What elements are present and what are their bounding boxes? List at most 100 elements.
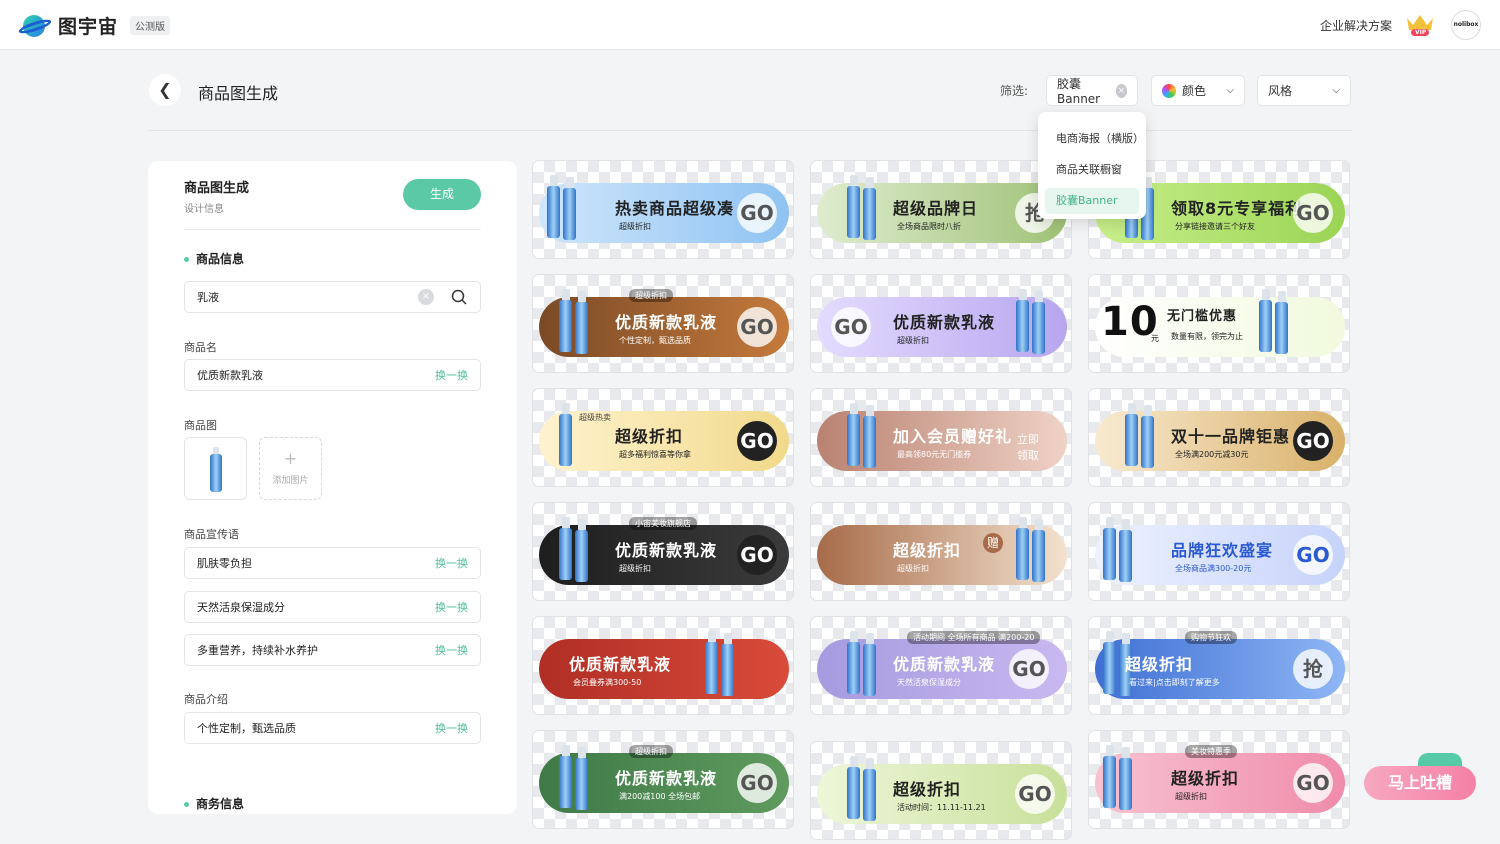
banner-subtitle: 满200减100 全场包邮 bbox=[619, 792, 701, 801]
type-filter[interactable]: 胶囊Banner × bbox=[1046, 75, 1138, 106]
go-button: GO bbox=[737, 421, 777, 461]
feedback-button[interactable]: 马上吐槽 bbox=[1364, 766, 1476, 800]
bullet-dot bbox=[184, 257, 189, 262]
product-bottle-icon bbox=[1016, 300, 1029, 352]
color-wheel-icon bbox=[1162, 83, 1176, 98]
banner-card[interactable]: 优质新款乳液 超级折扣 GO bbox=[810, 274, 1072, 373]
banner-title: 超级折扣 bbox=[893, 541, 962, 560]
slogan-field[interactable]: 肌肤零负担 换一换 bbox=[184, 547, 481, 579]
banner-card[interactable]: 超级品牌日 全场商品限时八折抢 bbox=[810, 160, 1072, 259]
slogan-field[interactable]: 多重营养，持续补水养护 换一换 bbox=[184, 634, 481, 666]
logo-text: 图宇宙 bbox=[58, 16, 119, 38]
enterprise-solutions-link[interactable]: 企业解决方案 bbox=[1320, 17, 1392, 34]
product-name-field[interactable]: 优质新款乳液 换一换 bbox=[184, 359, 481, 391]
top-bar: 图宇宙 公测版 企业解决方案 VIP nolibox bbox=[0, 0, 1500, 50]
slogan-label: 商品宣传语 bbox=[184, 528, 239, 541]
banner-title: 加入会员赠好礼 bbox=[893, 427, 1013, 446]
banner-card[interactable]: 超级折扣 超多福利惊喜等你拿 超级热卖 GO bbox=[532, 388, 794, 487]
product-bottle-icon bbox=[1103, 642, 1116, 694]
banner-tag: 超级折扣 bbox=[629, 745, 673, 758]
banner-card[interactable]: 优质新款乳液会员叠券满300-50 bbox=[532, 616, 794, 715]
banner-card[interactable]: 优质新款乳液 天然活泉保湿成分 活动期间 全场所有商品 满200-20 GO bbox=[810, 616, 1072, 715]
search-input[interactable]: 乳液 × bbox=[184, 281, 481, 313]
banner-subtitle: 分享链接邀请三个好友 bbox=[1175, 222, 1255, 231]
banner-card[interactable]: 无门槛优惠 数量有限，领完为止 10 元 bbox=[1088, 274, 1350, 373]
avatar[interactable]: nolibox bbox=[1451, 10, 1481, 40]
banner-tag: 购物节狂欢 bbox=[1185, 631, 1237, 644]
clear-icon[interactable]: × bbox=[418, 289, 434, 305]
product-bottle-icon bbox=[847, 767, 860, 819]
product-bottle-icon bbox=[559, 300, 572, 352]
business-info-heading: 商务信息 bbox=[184, 795, 244, 812]
banner-title: 超级折扣 bbox=[893, 780, 962, 799]
banner-card[interactable]: 超级折扣 超级折扣 美妆特惠季 GO bbox=[1088, 730, 1350, 829]
dropdown-option-selected[interactable]: 胶囊Banner bbox=[1045, 188, 1139, 214]
banner-card[interactable]: 超级折扣 超级折扣赠 bbox=[810, 502, 1072, 601]
product-bottle-icon bbox=[847, 414, 860, 466]
banner-tag: 活动期间 全场所有商品 满200-20 bbox=[907, 631, 1041, 644]
banner-card[interactable]: 超级折扣 活动时间：11.11-11.21 GO bbox=[810, 741, 1072, 840]
divider bbox=[184, 229, 481, 230]
banner-card[interactable]: 优质新款乳液 超级折扣 小宙美妆旗舰店 GO bbox=[532, 502, 794, 601]
go-button: GO bbox=[1293, 421, 1333, 461]
dropdown-option[interactable]: 商品关联橱窗 bbox=[1045, 157, 1139, 183]
back-button[interactable]: ❮ bbox=[149, 74, 181, 106]
go-button: GO bbox=[1009, 649, 1049, 689]
banner-subtitle: 最高领80元无门槛券 bbox=[897, 450, 972, 459]
banner-subtitle: 超多福利惊喜等你拿 bbox=[619, 450, 691, 459]
banner-title: 品牌狂欢盛宴 bbox=[1171, 541, 1274, 560]
banner-title: 超级折扣 bbox=[1125, 655, 1194, 674]
product-image-thumbnail[interactable] bbox=[184, 437, 247, 500]
product-image-label: 商品图 bbox=[184, 419, 217, 432]
intro-field[interactable]: 个性定制，甄选品质 换一换 bbox=[184, 712, 481, 744]
product-bottle-icon bbox=[705, 642, 718, 694]
intro-label: 商品介绍 bbox=[184, 693, 228, 706]
banner-card[interactable]: 超级折扣 看过来|点击即刻了解更多 购物节狂欢抢 bbox=[1088, 616, 1350, 715]
swap-button[interactable]: 换一换 bbox=[435, 642, 468, 658]
go-button: GO bbox=[737, 535, 777, 575]
banner-card[interactable]: 双十一品牌钜惠 全场满200元减30元 GO bbox=[1088, 388, 1350, 487]
clear-icon[interactable]: × bbox=[1115, 83, 1127, 98]
add-image-button[interactable]: + 添加图片 bbox=[259, 437, 322, 500]
chevron-down-icon: ⌵ bbox=[1226, 85, 1234, 96]
filter-label: 筛选: bbox=[1000, 84, 1029, 98]
search-icon[interactable] bbox=[451, 289, 467, 305]
banner-tag: 美妆特惠季 bbox=[1185, 745, 1237, 758]
banner-card[interactable]: 优质新款乳液 个性定制，甄选品质 超级折扣 GO bbox=[532, 274, 794, 373]
banner-card[interactable]: 热卖商品超级凑 超级折扣 GO bbox=[532, 160, 794, 259]
product-bottle-icon bbox=[863, 644, 876, 696]
intro-value: 个性定制，甄选品质 bbox=[197, 722, 296, 735]
generate-button[interactable]: 生成 bbox=[403, 179, 481, 210]
product-bottle-icon bbox=[575, 530, 588, 582]
swap-button[interactable]: 换一换 bbox=[435, 555, 468, 571]
slogan-field[interactable]: 天然活泉保湿成分 换一换 bbox=[184, 591, 481, 623]
banner-subtitle: 全场满200元减30元 bbox=[1175, 450, 1249, 459]
vip-crown-icon[interactable]: VIP bbox=[1404, 12, 1436, 38]
plus-icon: + bbox=[283, 449, 298, 468]
swap-button[interactable]: 换一换 bbox=[435, 367, 468, 383]
banner-title: 优质新款乳液 bbox=[569, 655, 672, 674]
panel-title: 商品图生成 bbox=[184, 181, 250, 196]
banner-title: 优质新款乳液 bbox=[893, 313, 996, 332]
color-filter[interactable]: 颜色 ⌵ bbox=[1151, 75, 1245, 106]
swap-button[interactable]: 换一换 bbox=[435, 720, 468, 736]
panel-subtitle: 设计信息 bbox=[184, 204, 224, 215]
app-logo[interactable]: 图宇宙 公测版 bbox=[17, 12, 171, 39]
add-image-label: 添加图片 bbox=[272, 476, 309, 486]
style-filter[interactable]: 风格 ⌵ bbox=[1257, 75, 1351, 106]
slogan-value: 天然活泉保湿成分 bbox=[197, 601, 285, 614]
banner-card[interactable]: 加入会员赠好礼 最高领80元无门槛券 立即领取 bbox=[810, 388, 1072, 487]
banner-subtitle: 会员叠券满300-50 bbox=[573, 678, 642, 687]
go-button: GO bbox=[1015, 774, 1055, 814]
swap-button[interactable]: 换一换 bbox=[435, 599, 468, 615]
product-bottle-icon bbox=[1103, 528, 1116, 580]
banner-subtitle: 超级折扣 bbox=[897, 564, 929, 573]
product-bottle-icon bbox=[1141, 416, 1154, 468]
banner-card[interactable]: 品牌狂欢盛宴 全场商品满300-20元 GO bbox=[1088, 502, 1350, 601]
banner-badge: 赠 bbox=[983, 533, 1003, 553]
dropdown-option[interactable]: 电商海报（横版） bbox=[1045, 126, 1144, 152]
bullet-dot bbox=[184, 802, 189, 807]
go-button: GO bbox=[1293, 535, 1333, 575]
slogan-value: 肌肤零负担 bbox=[197, 557, 252, 570]
banner-card[interactable]: 优质新款乳液 满200减100 全场包邮 超级折扣 GO bbox=[532, 730, 794, 829]
